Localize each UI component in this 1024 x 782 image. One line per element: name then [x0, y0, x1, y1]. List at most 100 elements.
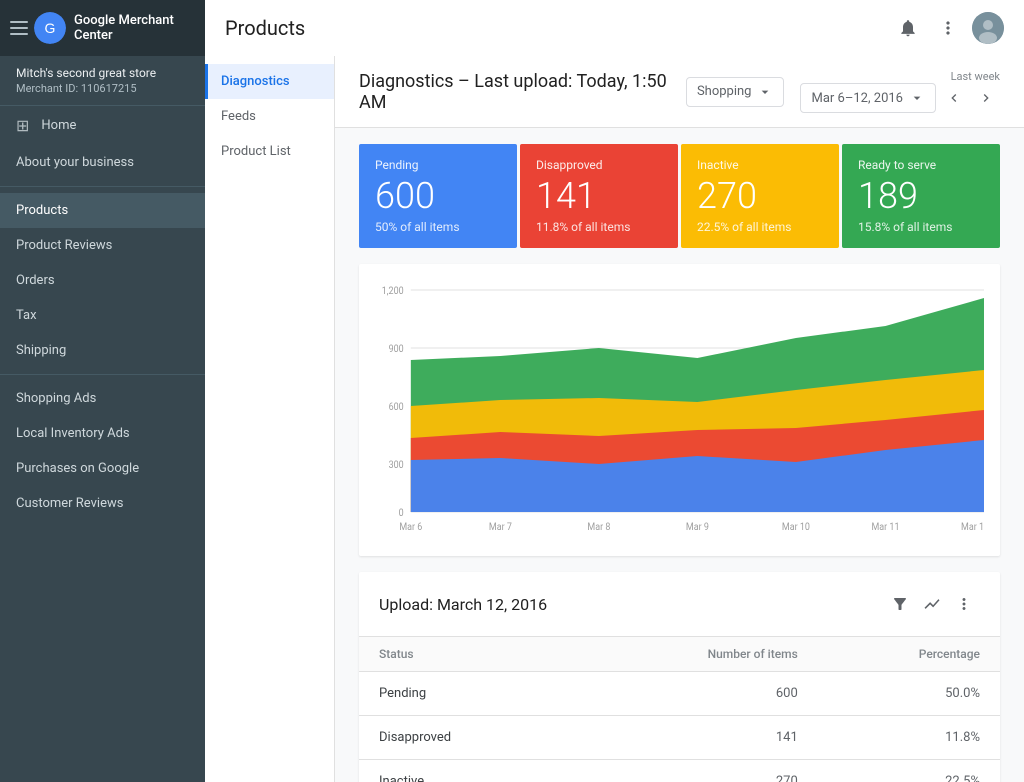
content-area: Diagnostics Feeds Product List Diagnosti… [205, 56, 1024, 782]
svg-text:0: 0 [399, 508, 404, 520]
sidebar-item-customer-reviews[interactable]: Customer Reviews [0, 486, 205, 521]
sidebar-item-products[interactable]: Products [0, 193, 205, 228]
svg-text:G: G [45, 20, 56, 36]
sidebar-header: G Google Merchant Center [0, 0, 205, 56]
channel-selector: Shopping [686, 77, 785, 107]
sidebar-divider [0, 186, 205, 187]
sidebar-toggle-button[interactable] [10, 18, 28, 38]
sub-sidebar: Diagnostics Feeds Product List [205, 56, 335, 782]
channel-value: Shopping [697, 84, 752, 99]
app-logo: G [34, 12, 66, 44]
date-range-value: Mar 6–12, 2016 [811, 91, 903, 106]
next-date-button[interactable] [972, 84, 1000, 112]
page-title: Products [225, 16, 888, 40]
svg-text:1,200: 1,200 [382, 286, 404, 298]
svg-text:300: 300 [389, 460, 404, 472]
svg-text:Mar 10: Mar 10 [782, 522, 810, 534]
upload-header: Upload: March 12, 2016 [359, 572, 1000, 637]
stat-pending-value: 600 [375, 178, 501, 214]
trend-icon [923, 595, 941, 613]
stat-disapproved-value: 141 [536, 178, 662, 214]
upload-section: Upload: March 12, 2016 [359, 572, 1000, 782]
svg-text:Mar 6: Mar 6 [399, 522, 422, 534]
more-icon-button[interactable] [948, 588, 980, 620]
stat-inactive-value: 270 [697, 178, 823, 214]
table-row: Pending 600 50.0% [359, 672, 1000, 716]
table-row: Inactive 270 22.5% [359, 760, 1000, 782]
svg-text:600: 600 [389, 402, 404, 414]
app-name: Google Merchant Center [74, 13, 195, 43]
sidebar-item-label: Purchases on Google [16, 461, 139, 476]
notifications-button[interactable] [888, 8, 928, 48]
sidebar-item-label: Customer Reviews [16, 496, 123, 511]
main-panel: Diagnostics – Last upload: Today, 1:50 A… [335, 56, 1024, 782]
sidebar-item-product-reviews[interactable]: Product Reviews [0, 228, 205, 263]
filter-icon-button[interactable] [884, 588, 916, 620]
row-items: 600 [583, 672, 817, 716]
sidebar-divider-2 [0, 374, 205, 375]
sidebar-item-shipping[interactable]: Shipping [0, 333, 205, 368]
grid-icon: ⊞ [16, 116, 29, 135]
more-options-button[interactable] [928, 8, 968, 48]
stat-inactive-label: Inactive [697, 158, 823, 172]
chevron-left-icon [946, 90, 962, 106]
channel-dropdown[interactable]: Shopping [686, 77, 785, 107]
date-range-label: Last week [951, 70, 1000, 83]
chart-container: 1,200 900 600 300 0 M [359, 264, 1000, 556]
table-header-row: Status Number of items Percentage [359, 637, 1000, 672]
sidebar-item-label: Products [16, 203, 68, 218]
svg-text:900: 900 [389, 344, 404, 356]
merchant-store-name: Mitch's second great store [16, 66, 189, 80]
stat-card-ready: Ready to serve 189 15.8% of all items [842, 144, 1000, 248]
diagnostics-title: Diagnostics – Last upload: Today, 1:50 A… [359, 71, 670, 113]
prev-date-button[interactable] [940, 84, 968, 112]
merchant-id: Merchant ID: 110617215 [16, 82, 189, 95]
date-range-dropdown[interactable]: Mar 6–12, 2016 [800, 83, 936, 113]
date-range-control: Last week Mar 6–12, 2016 [800, 70, 1000, 113]
stat-disapproved-label: Disapproved [536, 158, 662, 172]
row-pct: 11.8% [818, 716, 1000, 760]
more-vert-icon [955, 595, 973, 613]
items-table-body: Pending 600 50.0% Disapproved 141 11.8% … [359, 672, 1000, 782]
sidebar: G Google Merchant Center Mitch's second … [0, 0, 205, 782]
sidebar-item-local-inventory-ads[interactable]: Local Inventory Ads [0, 416, 205, 451]
sub-nav-feeds[interactable]: Feeds [205, 99, 334, 134]
col-items: Number of items [583, 637, 817, 672]
upload-title: Upload: March 12, 2016 [379, 595, 884, 614]
sub-nav-diagnostics[interactable]: Diagnostics [205, 64, 334, 99]
stat-pending-label: Pending [375, 158, 501, 172]
stat-ready-value: 189 [858, 178, 984, 214]
diagnostics-header: Diagnostics – Last upload: Today, 1:50 A… [335, 56, 1024, 128]
row-status: Pending [359, 672, 583, 716]
merchant-info: Mitch's second great store Merchant ID: … [0, 56, 205, 106]
row-pct: 22.5% [818, 760, 1000, 782]
sidebar-item-orders[interactable]: Orders [0, 263, 205, 298]
top-header: Products [205, 0, 1024, 56]
chevron-down-icon [757, 84, 773, 100]
chevron-down-icon-2 [909, 90, 925, 106]
svg-text:Mar 7: Mar 7 [489, 522, 512, 534]
svg-text:Mar 12: Mar 12 [961, 522, 984, 534]
stat-ready-sub: 15.8% of all items [858, 220, 984, 234]
trend-icon-button[interactable] [916, 588, 948, 620]
sidebar-item-label: About your business [16, 155, 134, 170]
sub-nav-product-list[interactable]: Product List [205, 134, 334, 169]
sidebar-item-purchases-google[interactable]: Purchases on Google [0, 451, 205, 486]
row-pct: 50.0% [818, 672, 1000, 716]
avatar[interactable] [972, 12, 1004, 44]
sidebar-item-label: Shipping [16, 343, 66, 358]
sidebar-item-shopping-ads[interactable]: Shopping Ads [0, 381, 205, 416]
main-content: Products Diagnostics Feeds Product List [205, 0, 1024, 782]
sidebar-item-home[interactable]: ⊞ Home [0, 106, 205, 145]
sidebar-item-tax[interactable]: Tax [0, 298, 205, 333]
sidebar-item-label: Shopping Ads [16, 391, 96, 406]
stat-card-pending: Pending 600 50% of all items [359, 144, 517, 248]
stat-card-disapproved: Disapproved 141 11.8% of all items [520, 144, 678, 248]
sidebar-item-about[interactable]: About your business [0, 145, 205, 180]
stat-disapproved-sub: 11.8% of all items [536, 220, 662, 234]
row-status: Inactive [359, 760, 583, 782]
row-items: 141 [583, 716, 817, 760]
stat-inactive-sub: 22.5% of all items [697, 220, 823, 234]
row-items: 270 [583, 760, 817, 782]
svg-text:Mar 11: Mar 11 [871, 522, 899, 534]
